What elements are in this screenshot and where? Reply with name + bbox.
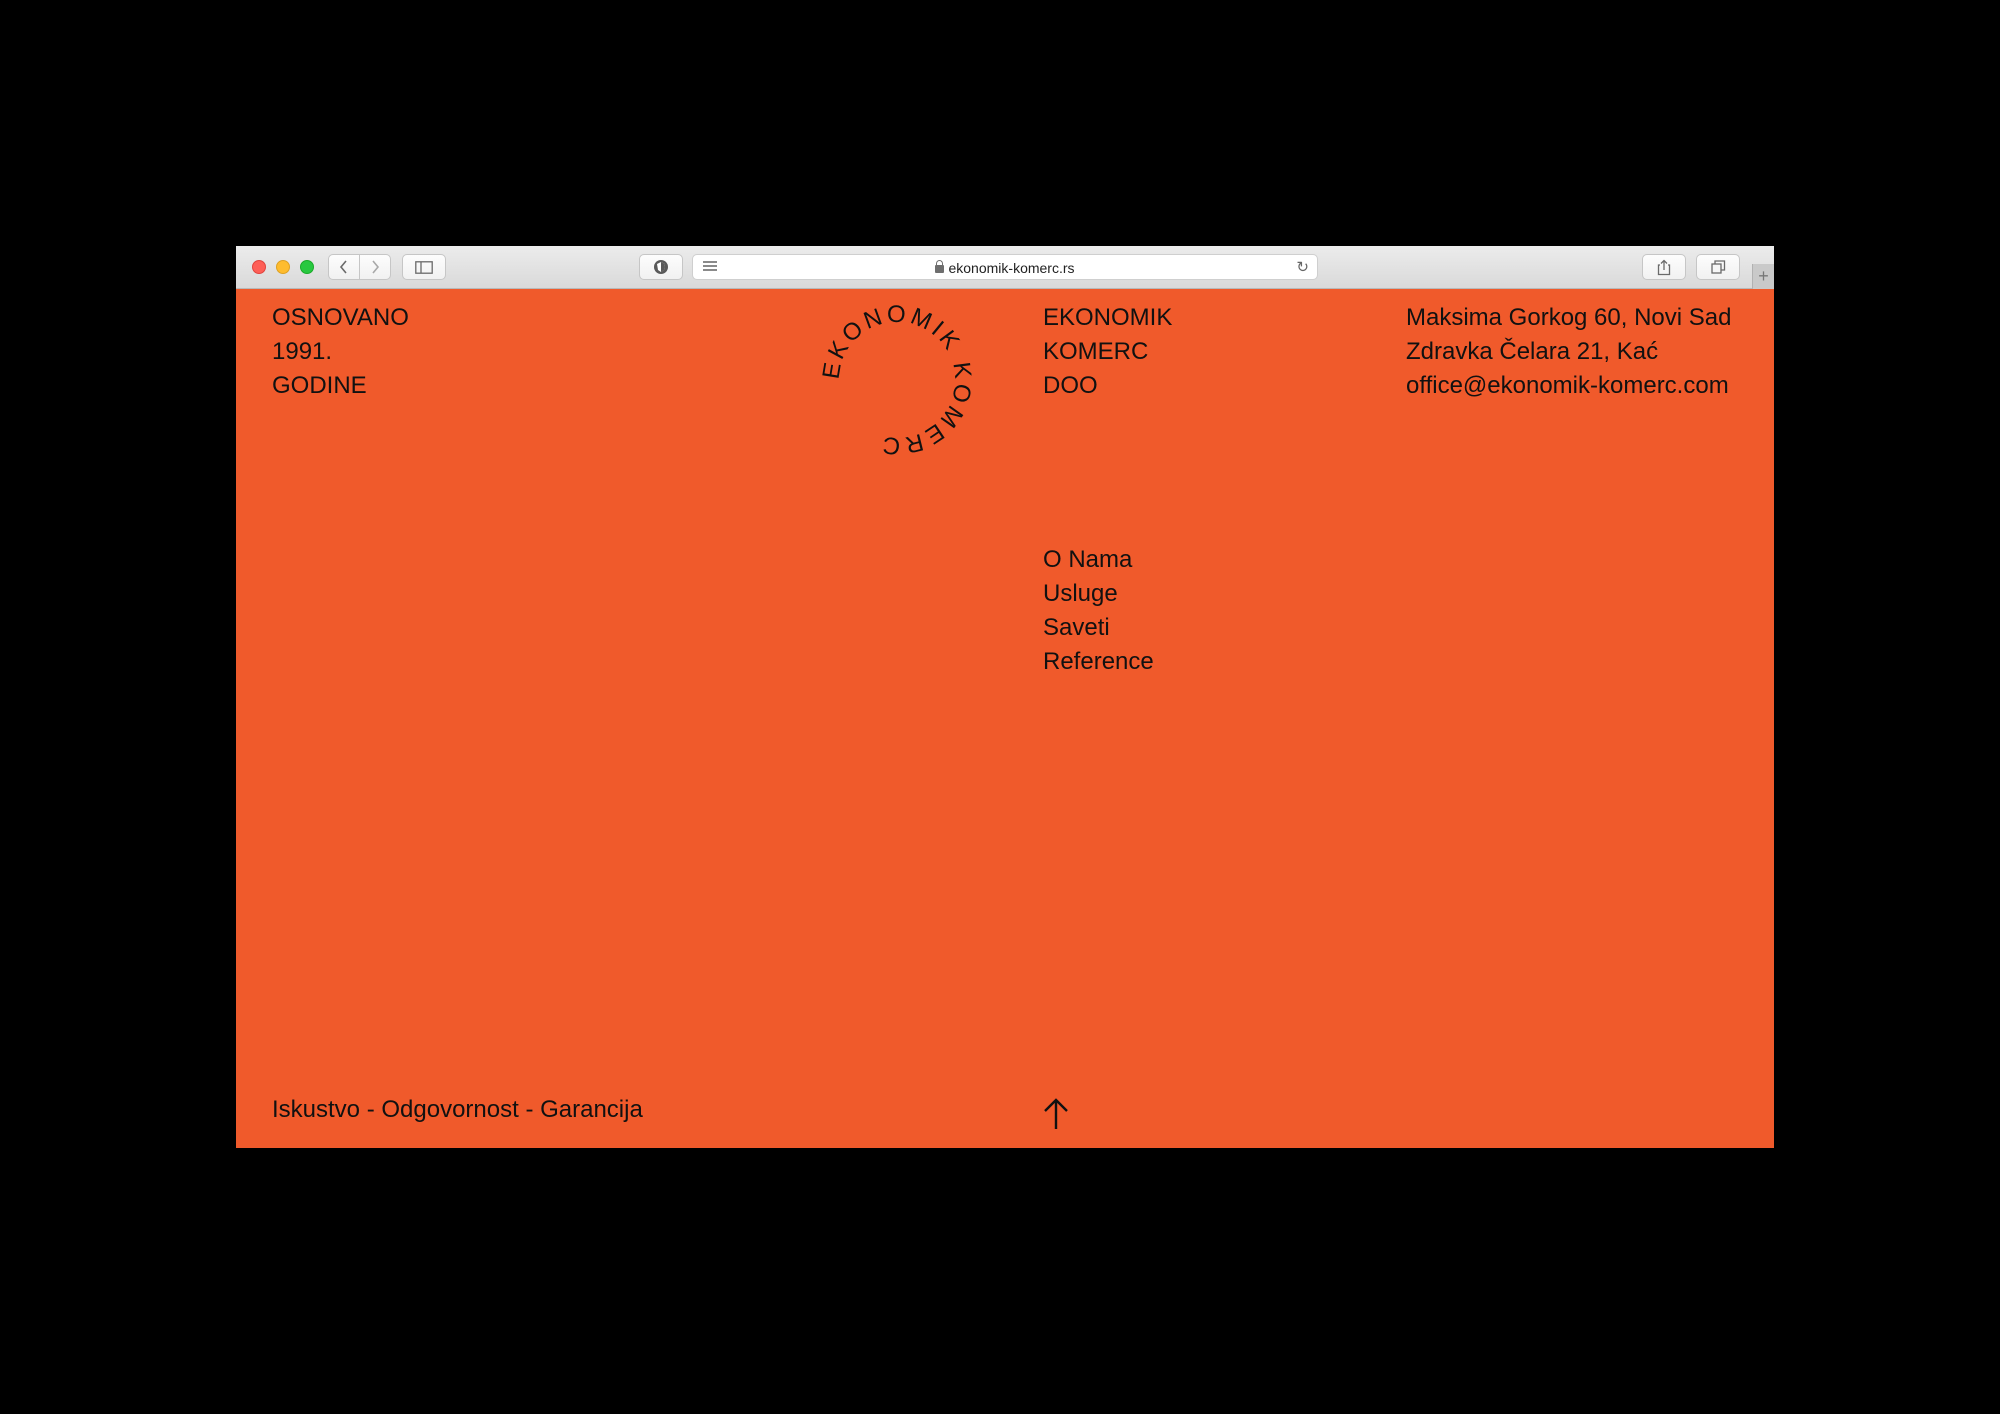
- tabs-overview-button[interactable]: [1696, 254, 1740, 280]
- founded-text: OSNOVANO 1991. GODINE: [272, 301, 409, 403]
- company-name-line: KOMERC: [1043, 338, 1149, 365]
- browser-window: ekonomik-komerc.rs ↻ + OSNOVANO 1991. GO…: [236, 246, 1774, 1148]
- lock-icon: [935, 260, 945, 273]
- reload-icon[interactable]: ↻: [1296, 258, 1309, 276]
- contact-info: Maksima Gorkog 60, Novi Sad Zdravka Čela…: [1406, 301, 1731, 403]
- nav-item-reference[interactable]: Reference: [1043, 645, 1154, 679]
- company-name-line: DOO: [1043, 372, 1098, 399]
- url-text: ekonomik-komerc.rs: [948, 260, 1075, 276]
- founded-line: 1991.: [272, 338, 333, 365]
- share-icon: [1657, 259, 1671, 275]
- browser-toolbar: ekonomik-komerc.rs ↻ +: [236, 246, 1774, 289]
- forward-button[interactable]: [359, 254, 391, 280]
- chevron-left-icon: [339, 260, 347, 274]
- email-link[interactable]: office@ekonomik-komerc.com: [1406, 369, 1731, 403]
- address-bar[interactable]: ekonomik-komerc.rs ↻: [692, 254, 1318, 280]
- chevron-right-icon: [372, 260, 380, 274]
- company-name: EKONOMIK KOMERC DOO: [1043, 301, 1172, 403]
- company-name-line: EKONOMIK: [1043, 304, 1173, 331]
- back-button[interactable]: [328, 254, 360, 280]
- share-button[interactable]: [1642, 254, 1686, 280]
- new-tab-button[interactable]: +: [1752, 264, 1774, 289]
- minimize-window-button[interactable]: [276, 260, 290, 274]
- zoom-window-button[interactable]: [300, 260, 314, 274]
- sidebar-button[interactable]: [402, 254, 446, 280]
- tagline: Iskustvo - Odgovornost - Garancija: [272, 1096, 643, 1123]
- logo-ring-text: EKONOMIK KOMERC: [818, 301, 976, 459]
- founded-line: GODINE: [272, 372, 367, 399]
- tabs-icon: [1710, 260, 1725, 274]
- address-line: Zdravka Čelara 21, Kać: [1406, 338, 1659, 365]
- founded-line: OSNOVANO: [272, 304, 409, 331]
- main-navigation: O Nama Usluge Saveti Reference: [1043, 543, 1154, 679]
- arrow-up-icon[interactable]: [1042, 1097, 1070, 1131]
- ekonomik-komerc-logo[interactable]: EKONOMIK KOMERC: [818, 301, 976, 459]
- nav-item-o-nama[interactable]: O Nama: [1043, 543, 1154, 577]
- nav-item-saveti[interactable]: Saveti: [1043, 611, 1154, 645]
- shield-icon: [654, 260, 668, 274]
- sidebar-icon: [415, 260, 433, 274]
- address-line: Maksima Gorkog 60, Novi Sad: [1406, 304, 1732, 331]
- web-page: OSNOVANO 1991. GODINE EKONOMIK KOMERC EK…: [236, 289, 1774, 1148]
- nav-item-usluge[interactable]: Usluge: [1043, 577, 1154, 611]
- close-window-button[interactable]: [252, 260, 266, 274]
- privacy-report-button[interactable]: [639, 254, 683, 280]
